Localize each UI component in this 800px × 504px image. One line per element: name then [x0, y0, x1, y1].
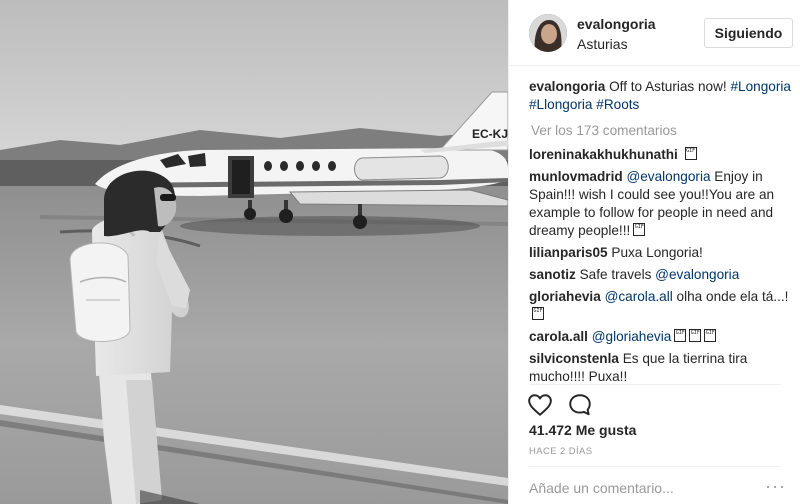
heart-icon[interactable]: [527, 392, 553, 418]
view-all-comments-link[interactable]: Ver los 173 comentarios: [531, 122, 791, 140]
divider: [529, 466, 781, 467]
comment-row: gloriahevia @carola.all olha onde ela tá…: [529, 288, 791, 324]
following-button[interactable]: Siguiendo: [704, 18, 793, 48]
add-comment-input[interactable]: [529, 480, 759, 496]
more-options-icon[interactable]: ···: [765, 476, 786, 497]
comments-list[interactable]: evalongoria Off to Asturias now! #Longor…: [529, 78, 791, 384]
post-timestamp[interactable]: HACE 2 DÍAS: [529, 446, 593, 457]
comment-row: silviconstenla Es que la tierrina tira m…: [529, 350, 791, 384]
comment-row: sanotiz Safe travels @evalongoria: [529, 266, 791, 284]
post-side-panel: evalongoria Asturias Siguiendo evalongor…: [508, 0, 800, 504]
comment-mention[interactable]: @evalongoria: [626, 169, 710, 184]
comment-username[interactable]: munlovmadrid: [529, 169, 623, 184]
post-actions: [527, 392, 603, 418]
post-photo[interactable]: EC-KJ: [0, 0, 508, 504]
comment-rows: loreninakakhukhunathi GIF munlovmadrid @e…: [529, 146, 791, 384]
comment-username[interactable]: silviconstenla: [529, 351, 619, 366]
hashtag-longoria[interactable]: #Longoria: [731, 79, 791, 94]
post-image: EC-KJ: [0, 0, 508, 504]
comment-mention[interactable]: @carola.all: [605, 289, 673, 304]
emoji-placeholder-icon: GIF: [704, 329, 717, 342]
emoji-placeholder-icon: GIF: [674, 329, 687, 342]
comment-username[interactable]: loreninakakhukhunathi: [529, 147, 678, 162]
comment-text: Puxa Longoria!: [611, 245, 703, 260]
post-location[interactable]: Asturias: [577, 35, 656, 53]
comment-username[interactable]: gloriahevia: [529, 289, 601, 304]
comment-text: olha onde ela tá...!: [672, 289, 789, 304]
caption: evalongoria Off to Asturias now! #Longor…: [529, 78, 791, 114]
comment-text: Safe travels: [579, 267, 656, 282]
avatar[interactable]: [529, 14, 567, 52]
comment-mention[interactable]: @evalongoria: [655, 267, 739, 282]
comment-row: munlovmadrid @evalongoria Enjoy in Spain…: [529, 168, 791, 240]
caption-text: Off to Asturias now!: [609, 79, 731, 94]
post-author: evalongoria Asturias: [577, 15, 656, 53]
comment-mention[interactable]: @gloriahevia: [592, 329, 672, 344]
caption-username[interactable]: evalongoria: [529, 79, 605, 94]
comment-row: carola.all @gloriahevia GIF GIF GIF: [529, 328, 791, 346]
comment-username[interactable]: sanotiz: [529, 267, 576, 282]
emoji-placeholder-icon: GIF: [684, 147, 697, 160]
likes-count[interactable]: 41.472 Me gusta: [529, 422, 636, 438]
hashtag-llongoria[interactable]: #Llongoria: [529, 97, 593, 112]
author-username[interactable]: evalongoria: [577, 15, 656, 33]
emoji-placeholder-icon: GIF: [532, 307, 544, 320]
comment-username[interactable]: carola.all: [529, 329, 588, 344]
divider: [529, 384, 781, 385]
comment-bubble-icon[interactable]: [567, 392, 593, 418]
plane-registration: EC-KJ: [472, 127, 508, 141]
emoji-placeholder-icon: GIF: [689, 329, 702, 342]
comment-username[interactable]: lilianparis05: [529, 245, 608, 260]
post-header: evalongoria Asturias Siguiendo: [509, 0, 800, 66]
comment-row: lilianparis05 Puxa Longoria!: [529, 244, 791, 262]
comment-row: loreninakakhukhunathi GIF: [529, 146, 791, 164]
hashtag-roots[interactable]: #Roots: [596, 97, 639, 112]
avatar-image: [529, 14, 567, 52]
emoji-placeholder-icon: GIF: [633, 223, 646, 236]
